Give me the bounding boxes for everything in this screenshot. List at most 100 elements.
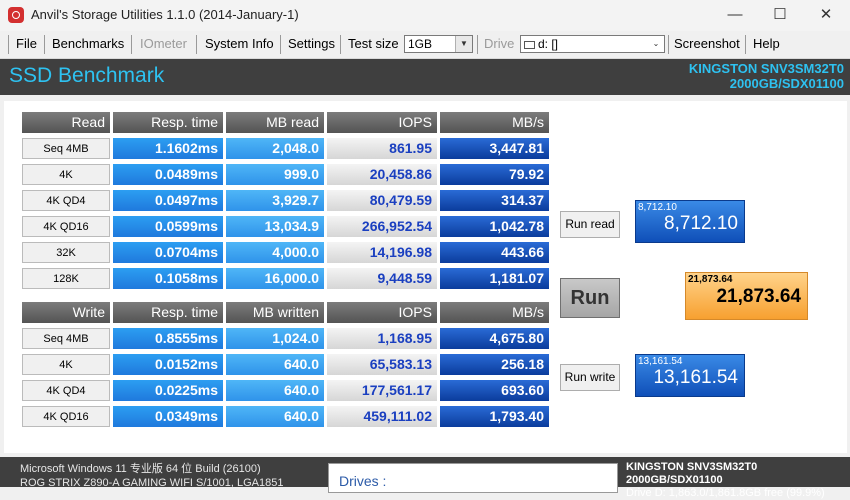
write-mbs: 1,793.40	[440, 406, 549, 427]
read-header-mb: MB read	[226, 112, 324, 133]
write-score-value: 13,161.54	[653, 367, 738, 388]
menu-settings[interactable]: Settings	[288, 36, 335, 51]
read-mb: 16,000.0	[226, 268, 324, 289]
drive-model: KINGSTON SNV3SM32T0	[688, 61, 844, 76]
write-row-label: Seq 4MB	[22, 328, 110, 349]
drives-panel: Drives :	[328, 463, 618, 493]
drive-select[interactable]: d: [] ⌄	[520, 35, 665, 53]
window-title: Anvil's Storage Utilities 1.1.0 (2014-Ja…	[31, 7, 299, 22]
read-mbs: 314.37	[440, 190, 549, 211]
drive-label: Drive	[484, 36, 515, 51]
read-mb: 2,048.0	[226, 138, 324, 159]
read-mbs: 1,042.78	[440, 216, 549, 237]
write-mbs: 256.18	[440, 354, 549, 375]
read-iops: 20,458.86	[327, 164, 437, 185]
read-iops: 861.95	[327, 138, 437, 159]
read-row-label: 4K QD4	[22, 190, 110, 211]
minimize-button[interactable]: —	[715, 4, 755, 26]
write-iops: 1,168.95	[327, 328, 437, 349]
read-header-iops: IOPS	[327, 112, 437, 133]
menu-file[interactable]: File	[16, 36, 37, 51]
write-resp-time: 0.0225ms	[113, 380, 223, 401]
board-info: ROG STRIX Z890-A GAMING WIFI S/1001, LGA…	[20, 477, 284, 489]
read-iops: 14,196.98	[327, 242, 437, 263]
read-resp-time: 1.1602ms	[113, 138, 223, 159]
menu-iometer[interactable]: IOmeter	[140, 36, 187, 51]
menu-help[interactable]: Help	[753, 36, 780, 51]
menu-separator	[340, 35, 341, 54]
write-resp-time: 0.0349ms	[113, 406, 223, 427]
menu-bar: File Benchmarks IOmeter System Info Sett…	[0, 31, 850, 59]
run-button[interactable]: Run	[560, 278, 620, 318]
read-header-label: Read	[22, 112, 110, 133]
chevron-down-icon[interactable]: ⌄	[648, 36, 664, 52]
read-resp-time: 0.0497ms	[113, 190, 223, 211]
title-bar: Anvil's Storage Utilities 1.1.0 (2014-Ja…	[0, 0, 850, 31]
read-header-resp: Resp. time	[113, 112, 223, 133]
drive-firmware: 2000GB/SDX01100	[729, 76, 844, 91]
drive-model-header: KINGSTON SNV3SM32T0 2000GB/SDX01100	[689, 61, 844, 91]
read-row-label: 4K QD16	[22, 216, 110, 237]
test-size-select[interactable]: 1GB ▼	[404, 35, 473, 53]
read-header-mbs: MB/s	[440, 112, 549, 133]
system-info: Microsoft Windows 11 专业版 64 位 Build (261…	[20, 462, 283, 490]
read-mbs: 443.66	[440, 242, 549, 263]
total-score-small: 21,873.64	[688, 274, 733, 285]
write-header-label: Write	[22, 302, 110, 323]
read-mb: 4,000.0	[226, 242, 324, 263]
menu-separator	[477, 35, 478, 54]
read-score-small: 8,712.10	[638, 202, 677, 213]
menu-separator	[44, 35, 45, 54]
menu-separator	[8, 35, 9, 54]
write-iops: 65,583.13	[327, 354, 437, 375]
write-mb: 640.0	[226, 380, 324, 401]
os-info: Microsoft Windows 11 专业版 64 位 Build (261…	[20, 463, 261, 475]
test-size-value: 1GB	[408, 37, 433, 51]
menu-screenshot[interactable]: Screenshot	[674, 36, 740, 51]
read-mb: 999.0	[226, 164, 324, 185]
write-header-mbs: MB/s	[440, 302, 549, 323]
read-iops: 9,448.59	[327, 268, 437, 289]
read-resp-time: 0.0704ms	[113, 242, 223, 263]
read-row-label: 32K	[22, 242, 110, 263]
drive-icon	[524, 40, 535, 49]
read-resp-time: 0.0599ms	[113, 216, 223, 237]
page-title: SSD Benchmark	[9, 64, 165, 87]
run-read-button[interactable]: Run read	[560, 211, 620, 238]
read-iops: 80,479.59	[327, 190, 437, 211]
read-mbs: 3,447.81	[440, 138, 549, 159]
read-row-label: 128K	[22, 268, 110, 289]
write-row-label: 4K QD4	[22, 380, 110, 401]
drive-model-status: KINGSTON SNV3SM32T0 2000GB/SDX01100	[626, 461, 758, 486]
menu-separator	[131, 35, 132, 54]
read-mb: 13,034.9	[226, 216, 324, 237]
maximize-button[interactable]: ☐	[760, 4, 800, 26]
test-size-label: Test size	[348, 36, 399, 51]
benchmark-header: SSD Benchmark KINGSTON SNV3SM32T0 2000GB…	[0, 59, 850, 95]
total-score: 21,873.64 21,873.64	[685, 272, 808, 320]
drive-value: d: []	[538, 37, 559, 51]
write-mbs: 4,675.80	[440, 328, 549, 349]
menu-separator	[668, 35, 669, 54]
write-resp-time: 0.8555ms	[113, 328, 223, 349]
write-iops: 459,111.02	[327, 406, 437, 427]
menu-system-info[interactable]: System Info	[205, 36, 274, 51]
run-write-button[interactable]: Run write	[560, 364, 620, 391]
read-row-label: 4K	[22, 164, 110, 185]
read-resp-time: 0.0489ms	[113, 164, 223, 185]
read-mb: 3,929.7	[226, 190, 324, 211]
app-icon	[8, 7, 24, 23]
read-resp-time: 0.1058ms	[113, 268, 223, 289]
menu-benchmarks[interactable]: Benchmarks	[52, 36, 124, 51]
write-resp-time: 0.0152ms	[113, 354, 223, 375]
close-button[interactable]: ✕	[806, 4, 846, 26]
menu-separator	[196, 35, 197, 54]
chevron-down-icon[interactable]: ▼	[455, 36, 472, 52]
write-row-label: 4K	[22, 354, 110, 375]
read-iops: 266,952.54	[327, 216, 437, 237]
drive-info: KINGSTON SNV3SM32T0 2000GB/SDX01100 Driv…	[626, 461, 850, 500]
total-score-value: 21,873.64	[716, 286, 801, 307]
menu-separator	[745, 35, 746, 54]
write-score-small: 13,161.54	[638, 356, 683, 367]
drive-space: Drive D: 1,863.0/1,861.8GB free (99.9%)	[626, 487, 825, 499]
